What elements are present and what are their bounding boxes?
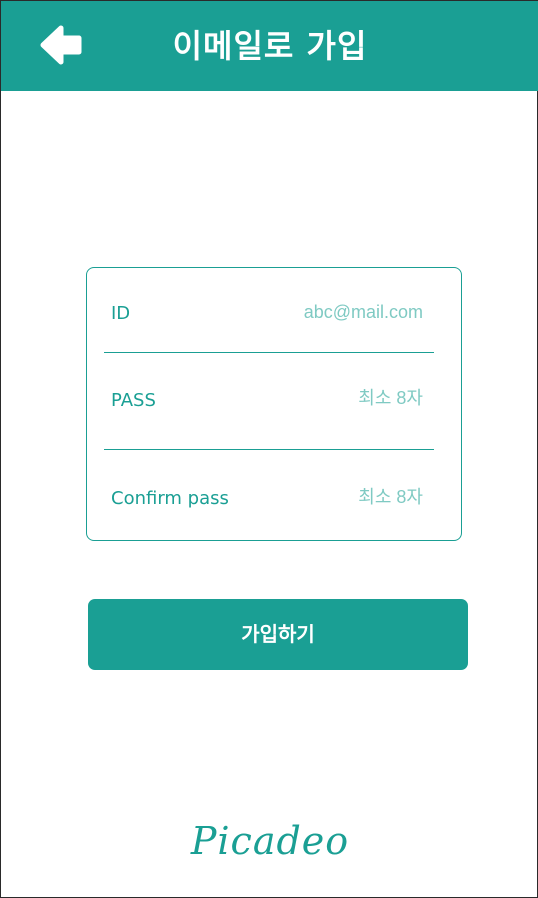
back-button[interactable] — [39, 25, 87, 69]
signup-button[interactable]: 가입하기 — [88, 599, 468, 670]
confirm-pass-field-row: Confirm pass — [87, 450, 461, 540]
brand-logo: Picadeo — [190, 819, 350, 863]
id-label: ID — [111, 303, 131, 324]
confirm-password-input[interactable] — [243, 487, 423, 508]
id-field-row: ID — [87, 268, 461, 353]
signup-form-card: ID PASS Confirm pass — [86, 267, 462, 541]
confirm-pass-label: Confirm pass — [111, 488, 229, 509]
id-input[interactable] — [243, 302, 423, 323]
header-bar: 이메일로 가입 — [1, 1, 538, 91]
app-screen: 이메일로 가입 ID PASS Confirm pass 가입하기 Picade… — [0, 0, 538, 898]
pass-field-row: PASS — [87, 353, 461, 450]
password-input[interactable] — [243, 388, 423, 409]
pass-label: PASS — [111, 390, 156, 411]
arrow-left-icon — [39, 25, 87, 65]
